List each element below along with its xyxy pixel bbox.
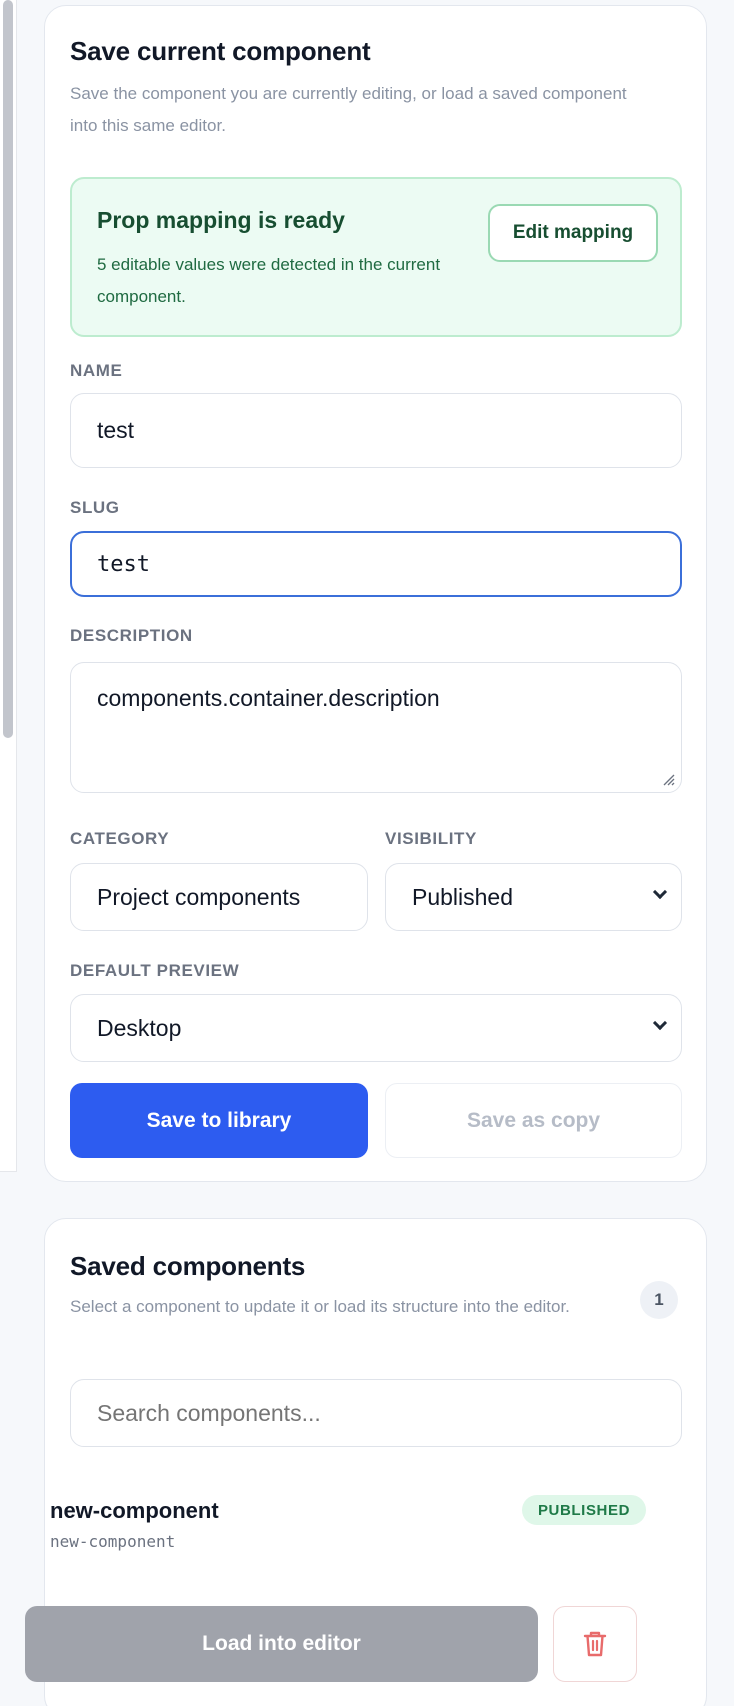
prop-mapping-title: Prop mapping is ready — [97, 207, 345, 233]
scrollbar-thumb[interactable] — [3, 0, 13, 738]
save-component-card: Save current component Save the componen… — [44, 5, 707, 1182]
category-input[interactable]: Project components — [70, 863, 368, 931]
visibility-value: Published — [412, 883, 514, 910]
description-label: DESCRIPTION — [70, 626, 193, 645]
trash-icon — [583, 1631, 607, 1657]
prop-mapping-notice: Prop mapping is ready 5 editable values … — [70, 177, 682, 337]
slug-label: SLUG — [70, 498, 120, 517]
saved-count-badge: 1 — [640, 1281, 678, 1319]
slug-input[interactable]: test — [70, 531, 682, 597]
name-input[interactable]: test — [70, 393, 682, 468]
default-preview-select[interactable]: Desktop — [70, 994, 682, 1062]
component-name: new-component — [50, 1498, 219, 1523]
category-label: CATEGORY — [70, 829, 170, 848]
default-preview-value: Desktop — [97, 1014, 182, 1041]
scrollbar-track[interactable] — [0, 0, 17, 1172]
page: Save current component Save the componen… — [0, 0, 734, 1706]
save-to-library-button[interactable]: Save to library — [70, 1083, 368, 1158]
chevron-down-icon — [652, 1015, 668, 1031]
delete-component-button[interactable] — [553, 1606, 637, 1682]
edit-mapping-button[interactable]: Edit mapping — [488, 204, 658, 262]
visibility-label: VISIBILITY — [385, 829, 477, 848]
load-into-editor-button[interactable]: Load into editor — [25, 1606, 538, 1682]
saved-panel-title: Saved components — [70, 1251, 306, 1281]
save-as-copy-button[interactable]: Save as copy — [385, 1083, 682, 1158]
name-label: NAME — [70, 361, 123, 380]
saved-panel-subtitle: Select a component to update it or load … — [70, 1297, 570, 1316]
default-preview-label: DEFAULT PREVIEW — [70, 961, 240, 980]
component-slug: new-component — [50, 1532, 176, 1551]
description-value: components.container.description — [97, 685, 440, 711]
save-panel-subtitle: Save the component you are currently edi… — [70, 84, 627, 135]
description-textarea[interactable]: components.container.description — [70, 662, 682, 793]
chevron-down-icon — [652, 884, 668, 900]
search-components-input[interactable] — [70, 1379, 682, 1447]
status-badge: PUBLISHED — [522, 1495, 646, 1525]
resize-handle-icon[interactable] — [661, 772, 675, 786]
save-panel-title: Save current component — [70, 36, 371, 66]
prop-mapping-text: 5 editable values were detected in the c… — [97, 255, 441, 306]
visibility-select[interactable]: Published — [385, 863, 682, 931]
